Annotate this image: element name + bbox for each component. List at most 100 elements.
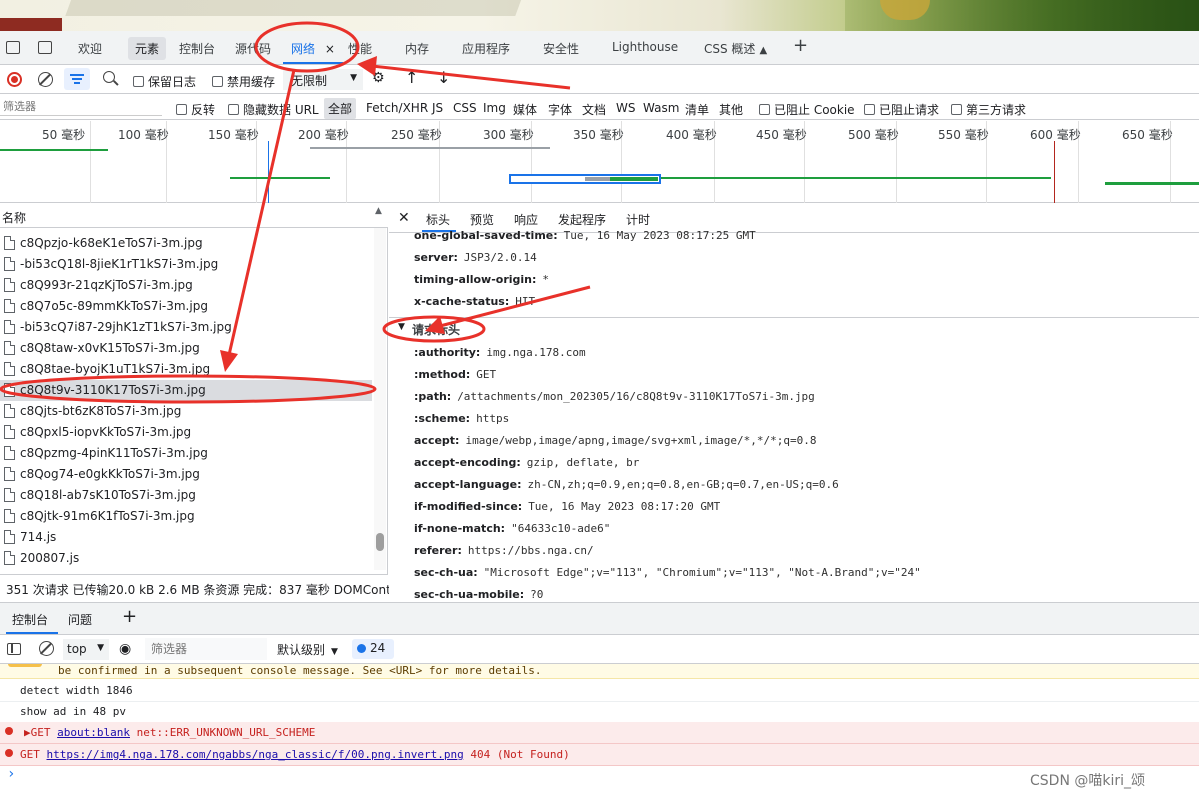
tab-response[interactable]: 响应 xyxy=(514,211,538,228)
filter-other[interactable]: 其他 xyxy=(719,101,743,118)
header-value[interactable]: Tue, 16 May 2023 08:17:20 GMT xyxy=(528,500,720,513)
request-row[interactable]: c8Q7o5c-89mmKkToS7i-3m.jpg xyxy=(0,296,372,317)
tab-console[interactable]: 控制台 xyxy=(179,40,215,57)
header-value[interactable]: gzip, deflate, br xyxy=(527,456,640,469)
request-row[interactable]: 200807.js xyxy=(0,548,372,569)
tab-sources[interactable]: 源代码 xyxy=(235,40,271,57)
console-filter-input[interactable] xyxy=(145,638,267,660)
tab-memory[interactable]: 内存 xyxy=(405,40,429,57)
request-row[interactable]: c8Q8taw-x0vK15ToS7i-3m.jpg xyxy=(0,338,372,359)
disable-cache-checkbox[interactable]: 禁用缓存 xyxy=(212,73,275,90)
request-row[interactable]: c8Q8tae-byojK1uT1kS7i-3m.jpg xyxy=(0,359,372,380)
drawer-tab-console[interactable]: 控制台 xyxy=(12,611,48,628)
network-conditions-icon[interactable]: ⚙ xyxy=(372,70,385,86)
request-row[interactable]: c8Qpzmg-4pinK11ToS7i-3m.jpg xyxy=(0,443,372,464)
blocked-requests-checkbox[interactable]: 已阻止请求 xyxy=(864,101,939,118)
header-value[interactable]: https://bbs.nga.cn/ xyxy=(468,544,594,557)
tab-initiator[interactable]: 发起程序 xyxy=(558,211,606,228)
scroll-up-icon[interactable]: ▲ xyxy=(375,206,382,216)
filter-font[interactable]: 字体 xyxy=(548,101,572,118)
header-value[interactable]: ?0 xyxy=(530,588,543,600)
tab-application[interactable]: 应用程序 xyxy=(462,40,510,57)
import-har-icon[interactable]: ↑ xyxy=(405,68,418,87)
request-row[interactable]: c8Qpzjo-k68eK1eToS7i-3m.jpg xyxy=(0,233,372,254)
filter-all[interactable]: 全部 xyxy=(324,98,357,119)
filter-toggle-icon[interactable] xyxy=(64,68,90,90)
third-party-checkbox[interactable]: 第三方请求 xyxy=(951,101,1026,118)
header-value[interactable]: GET xyxy=(476,368,496,381)
request-row[interactable]: c8Q993r-21qzKjToS7i-3m.jpg xyxy=(0,275,372,296)
request-row[interactable]: c8Qpxl5-iopvKkToS7i-3m.jpg xyxy=(0,422,372,443)
header-value[interactable]: /attachments/mon_202305/16/c8Q8t9v-3110K… xyxy=(457,390,815,403)
sidebar-toggle-icon[interactable] xyxy=(7,643,21,655)
request-list-scrollbar[interactable] xyxy=(374,228,386,570)
filter-fetch-xhr[interactable]: Fetch/XHR xyxy=(366,101,428,115)
filter-ws[interactable]: WS xyxy=(616,101,635,115)
log-level-select[interactable]: 默认级别 ▼ xyxy=(271,638,345,660)
inspect-element-icon[interactable] xyxy=(6,41,20,54)
add-tab-icon[interactable]: + xyxy=(793,35,808,56)
invert-checkbox[interactable]: 反转 xyxy=(176,101,215,118)
filter-input[interactable] xyxy=(0,98,162,116)
filter-media[interactable]: 媒体 xyxy=(513,101,537,118)
header-value[interactable]: HIT xyxy=(515,295,535,308)
export-har-icon[interactable]: ↓ xyxy=(437,68,450,87)
request-headers-section-header[interactable]: ▼ 请求标头 xyxy=(389,317,1199,339)
header-value[interactable]: img.nga.178.com xyxy=(486,346,585,359)
filter-img[interactable]: Img xyxy=(483,101,506,115)
tab-css-overview[interactable]: CSS 概述 ▲ xyxy=(704,40,767,57)
filter-doc[interactable]: 文档 xyxy=(582,101,606,118)
request-row[interactable]: -bi53cQ7i87-29jhK1zT1kS7i-3m.jpg xyxy=(0,317,372,338)
record-icon[interactable] xyxy=(7,72,22,87)
filter-wasm[interactable]: Wasm xyxy=(643,101,679,115)
scrollbar-thumb[interactable] xyxy=(376,533,384,551)
device-toolbar-icon[interactable] xyxy=(38,41,52,54)
throttle-select[interactable]: 无限制 ▼ xyxy=(283,69,363,90)
close-icon[interactable]: × xyxy=(325,42,335,56)
error-link[interactable]: https://img4.nga.178.com/ngabbs/nga_clas… xyxy=(47,748,464,761)
add-drawer-tab-icon[interactable]: + xyxy=(122,606,137,627)
tab-headers[interactable]: 标头 xyxy=(426,211,450,228)
tab-network[interactable]: 网络 × xyxy=(291,40,335,57)
header-value[interactable]: https xyxy=(476,412,509,425)
header-value[interactable]: "64633c10-ade6" xyxy=(511,522,610,535)
request-row[interactable]: c8Q8t9v-3110K17ToS7i-3m.jpg xyxy=(0,380,372,401)
header-value[interactable]: Tue, 16 May 2023 08:17:25 GMT xyxy=(564,229,756,242)
error-link[interactable]: about:blank xyxy=(57,726,130,739)
filter-css[interactable]: CSS xyxy=(453,101,477,115)
clear-icon[interactable] xyxy=(38,72,53,87)
tab-preview[interactable]: 预览 xyxy=(470,211,494,228)
header-value[interactable]: zh-CN,zh;q=0.9,en;q=0.8,en-GB;q=0.7,en-U… xyxy=(528,478,839,491)
blocked-cookie-checkbox[interactable]: 已阻止 Cookie xyxy=(759,101,855,118)
header-value[interactable]: "Microsoft Edge";v="113", "Chromium";v="… xyxy=(484,566,921,579)
preserve-log-checkbox[interactable]: 保留日志 xyxy=(133,73,196,90)
search-icon[interactable] xyxy=(103,71,119,86)
tab-lighthouse[interactable]: Lighthouse xyxy=(612,40,678,54)
tab-welcome[interactable]: 欢迎 xyxy=(78,40,102,57)
tab-performance[interactable]: 性能 xyxy=(348,40,372,57)
request-row[interactable]: c8Q18l-ab7sK10ToS7i-3m.jpg xyxy=(0,485,372,506)
live-expression-eye-icon[interactable]: ◉ xyxy=(119,641,131,657)
context-select[interactable]: top ▼ xyxy=(63,639,109,660)
request-row[interactable]: c8Qog74-e0gkKkToS7i-3m.jpg xyxy=(0,464,372,485)
issues-counter[interactable]: 24 xyxy=(352,639,394,659)
close-details-icon[interactable]: ✕ xyxy=(398,210,410,226)
header-value[interactable]: image/webp,image/apng,image/svg+xml,imag… xyxy=(465,434,816,447)
clear-console-icon[interactable] xyxy=(39,641,54,656)
drawer-tab-issues[interactable]: 问题 xyxy=(68,611,92,628)
header-value[interactable]: JSP3/2.0.14 xyxy=(464,251,537,264)
hide-data-url-checkbox[interactable]: 隐藏数据 URL xyxy=(228,101,319,118)
filter-js[interactable]: JS xyxy=(432,101,443,115)
error-text[interactable]: GET https://img4.nga.178.com/ngabbs/nga_… xyxy=(20,748,570,761)
request-row[interactable]: -bi53cQ18l-8jieK1rT1kS7i-3m.jpg xyxy=(0,254,372,275)
request-row[interactable]: c8Qjtk-91m6K1fToS7i-3m.jpg xyxy=(0,506,372,527)
network-overview-timeline[interactable]: 50 毫秒 100 毫秒 150 毫秒 200 毫秒 250 毫秒 300 毫秒 350 毫… xyxy=(0,121,1199,203)
tab-timing[interactable]: 计时 xyxy=(626,211,650,228)
name-column-header[interactable]: 名称 xyxy=(2,209,26,226)
header-value[interactable]: * xyxy=(542,273,549,286)
tab-security[interactable]: 安全性 xyxy=(543,40,579,57)
request-row[interactable]: 714.js xyxy=(0,527,372,548)
request-row[interactable]: c8Qjts-bt6zK8ToS7i-3m.jpg xyxy=(0,401,372,422)
console-prompt[interactable]: › xyxy=(7,766,15,782)
error-text[interactable]: ▶GET about:blank net::ERR_UNKNOWN_URL_SC… xyxy=(24,726,315,739)
